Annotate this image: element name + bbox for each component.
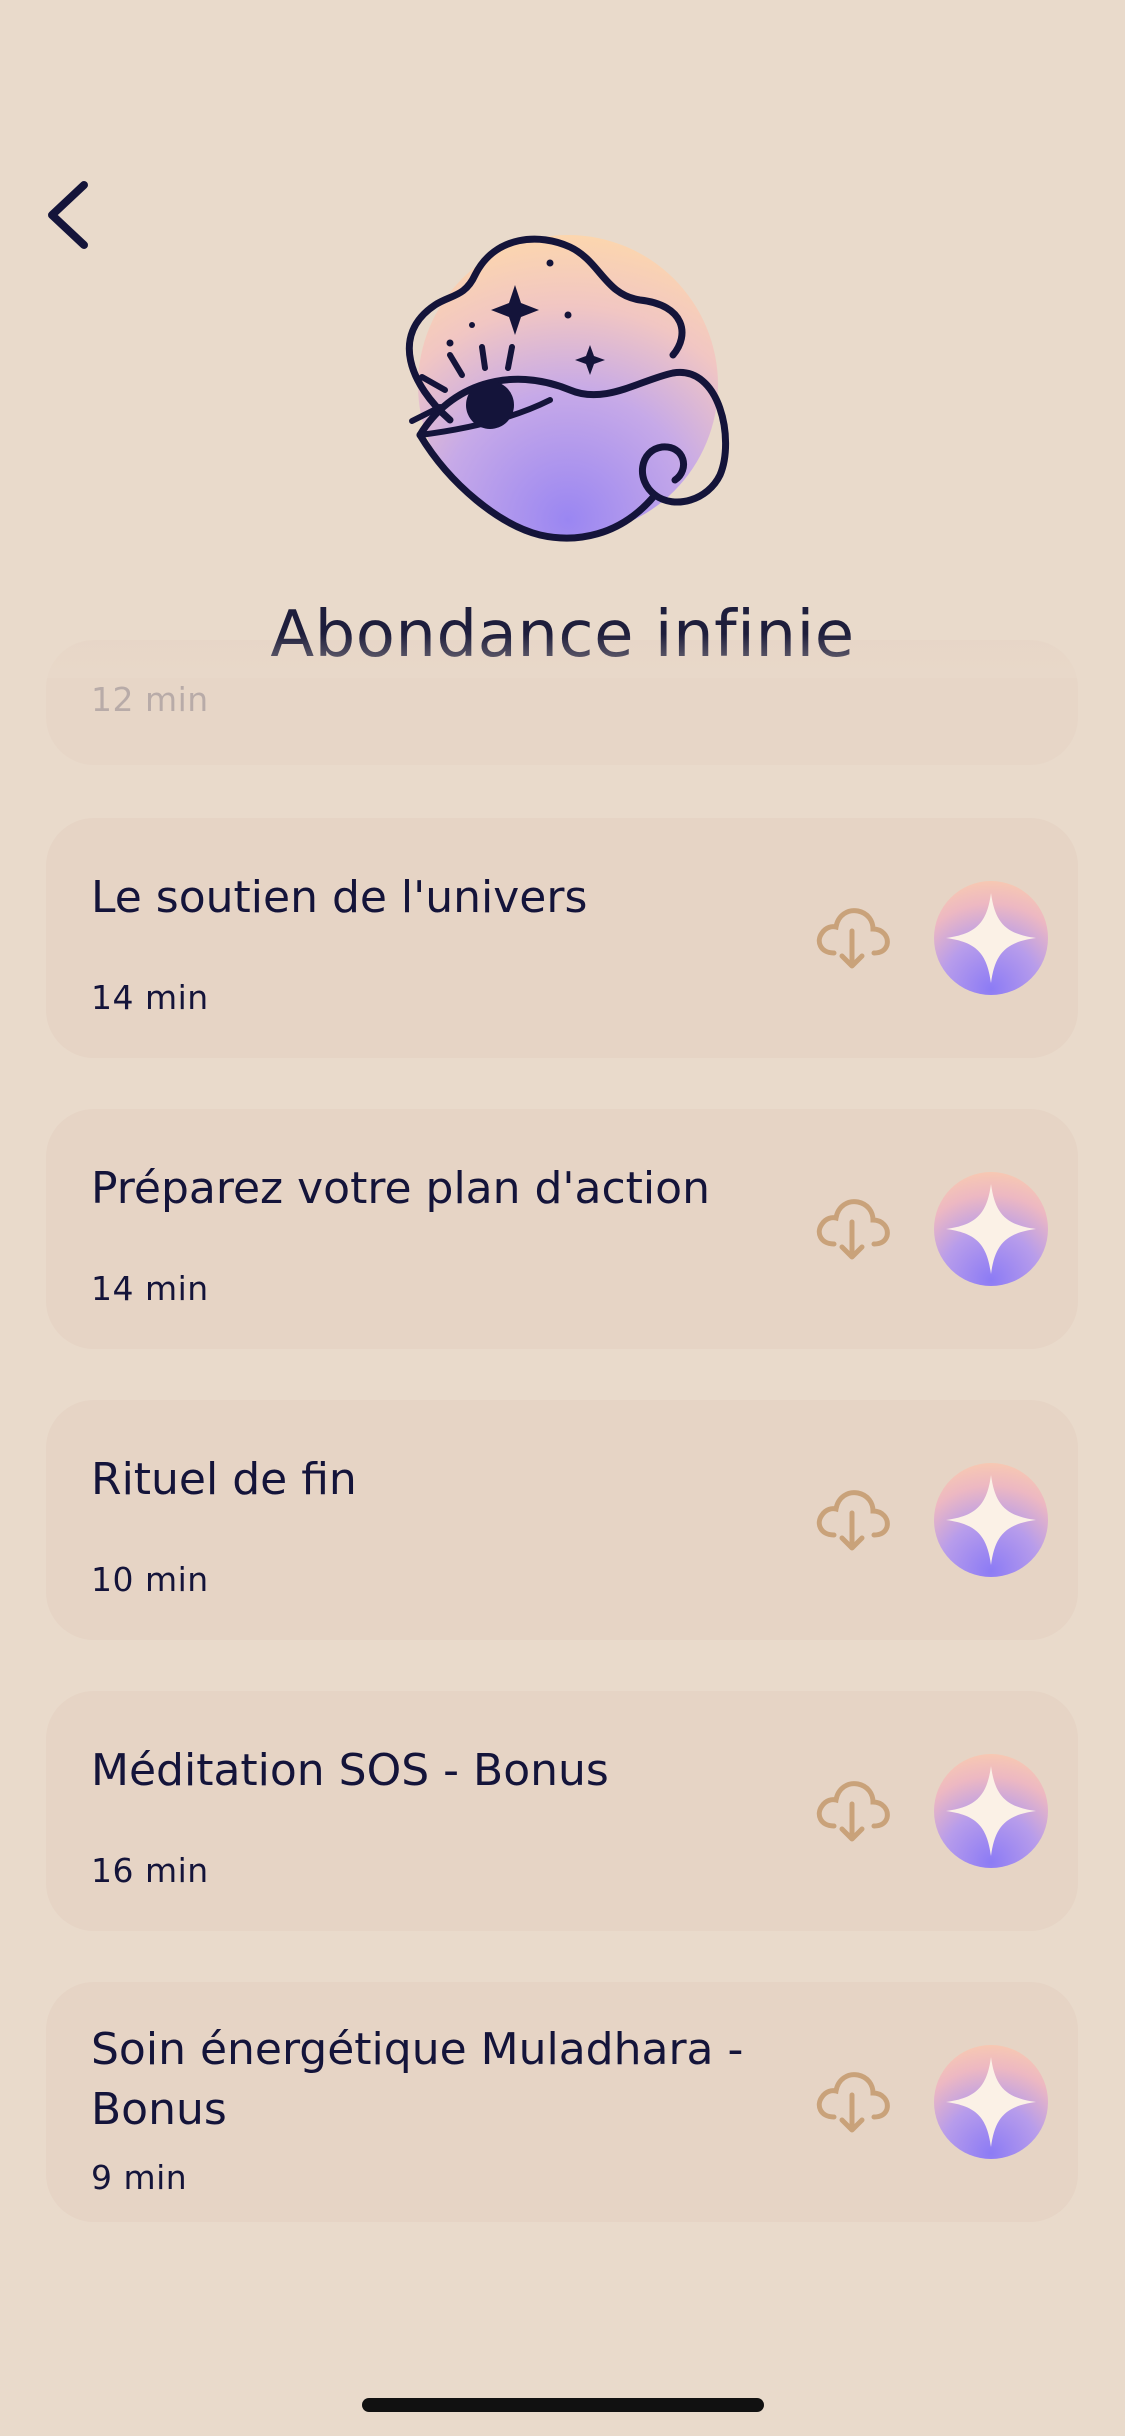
cloud-download-icon[interactable] — [812, 1774, 892, 1846]
session-list: 12 min Le soutien de l'univers 14 min Pr… — [46, 0, 1078, 2436]
play-button[interactable] — [934, 1463, 1048, 1577]
item-duration: 9 min — [91, 2158, 188, 2197]
page-title: Abondance infinie — [270, 598, 855, 672]
sparkle-star-icon — [946, 1475, 1036, 1565]
list-item[interactable]: Le soutien de l'univers 14 min — [46, 818, 1078, 1058]
cloud-download-icon[interactable] — [812, 2065, 892, 2137]
play-button[interactable] — [934, 2045, 1048, 2159]
cloud-download-icon[interactable] — [812, 1483, 892, 1555]
cloud-download-icon[interactable] — [812, 901, 892, 973]
list-item[interactable]: Soin énergétique Muladhara - Bonus 9 min — [46, 1982, 1078, 2222]
sparkle-star-icon — [946, 2057, 1036, 2147]
cloud-download-icon[interactable] — [812, 1192, 892, 1264]
item-title: Rituel de fin — [91, 1454, 357, 1505]
sparkle-star-icon — [946, 893, 1036, 983]
play-button[interactable] — [934, 881, 1048, 995]
item-duration: 10 min — [91, 1560, 209, 1599]
play-button[interactable] — [934, 1754, 1048, 1868]
play-button[interactable] — [934, 1172, 1048, 1286]
item-title: Préparez votre plan d'action — [91, 1163, 710, 1214]
list-item[interactable]: Rituel de fin 10 min — [46, 1400, 1078, 1640]
item-title: Méditation SOS - Bonus — [91, 1745, 609, 1796]
item-title: Soin énergétique Muladhara - Bonus — [91, 2024, 744, 2135]
sparkle-star-icon — [946, 1766, 1036, 1856]
sparkle-star-icon — [946, 1184, 1036, 1274]
list-item[interactable]: Méditation SOS - Bonus 16 min — [46, 1691, 1078, 1931]
item-duration: 14 min — [91, 1269, 209, 1308]
item-duration: 12 min — [91, 680, 209, 719]
list-item[interactable]: Préparez votre plan d'action 14 min — [46, 1109, 1078, 1349]
home-indicator[interactable] — [362, 2398, 764, 2412]
item-duration: 16 min — [91, 1851, 209, 1890]
item-title: Le soutien de l'univers — [91, 872, 588, 923]
item-duration: 14 min — [91, 978, 209, 1017]
